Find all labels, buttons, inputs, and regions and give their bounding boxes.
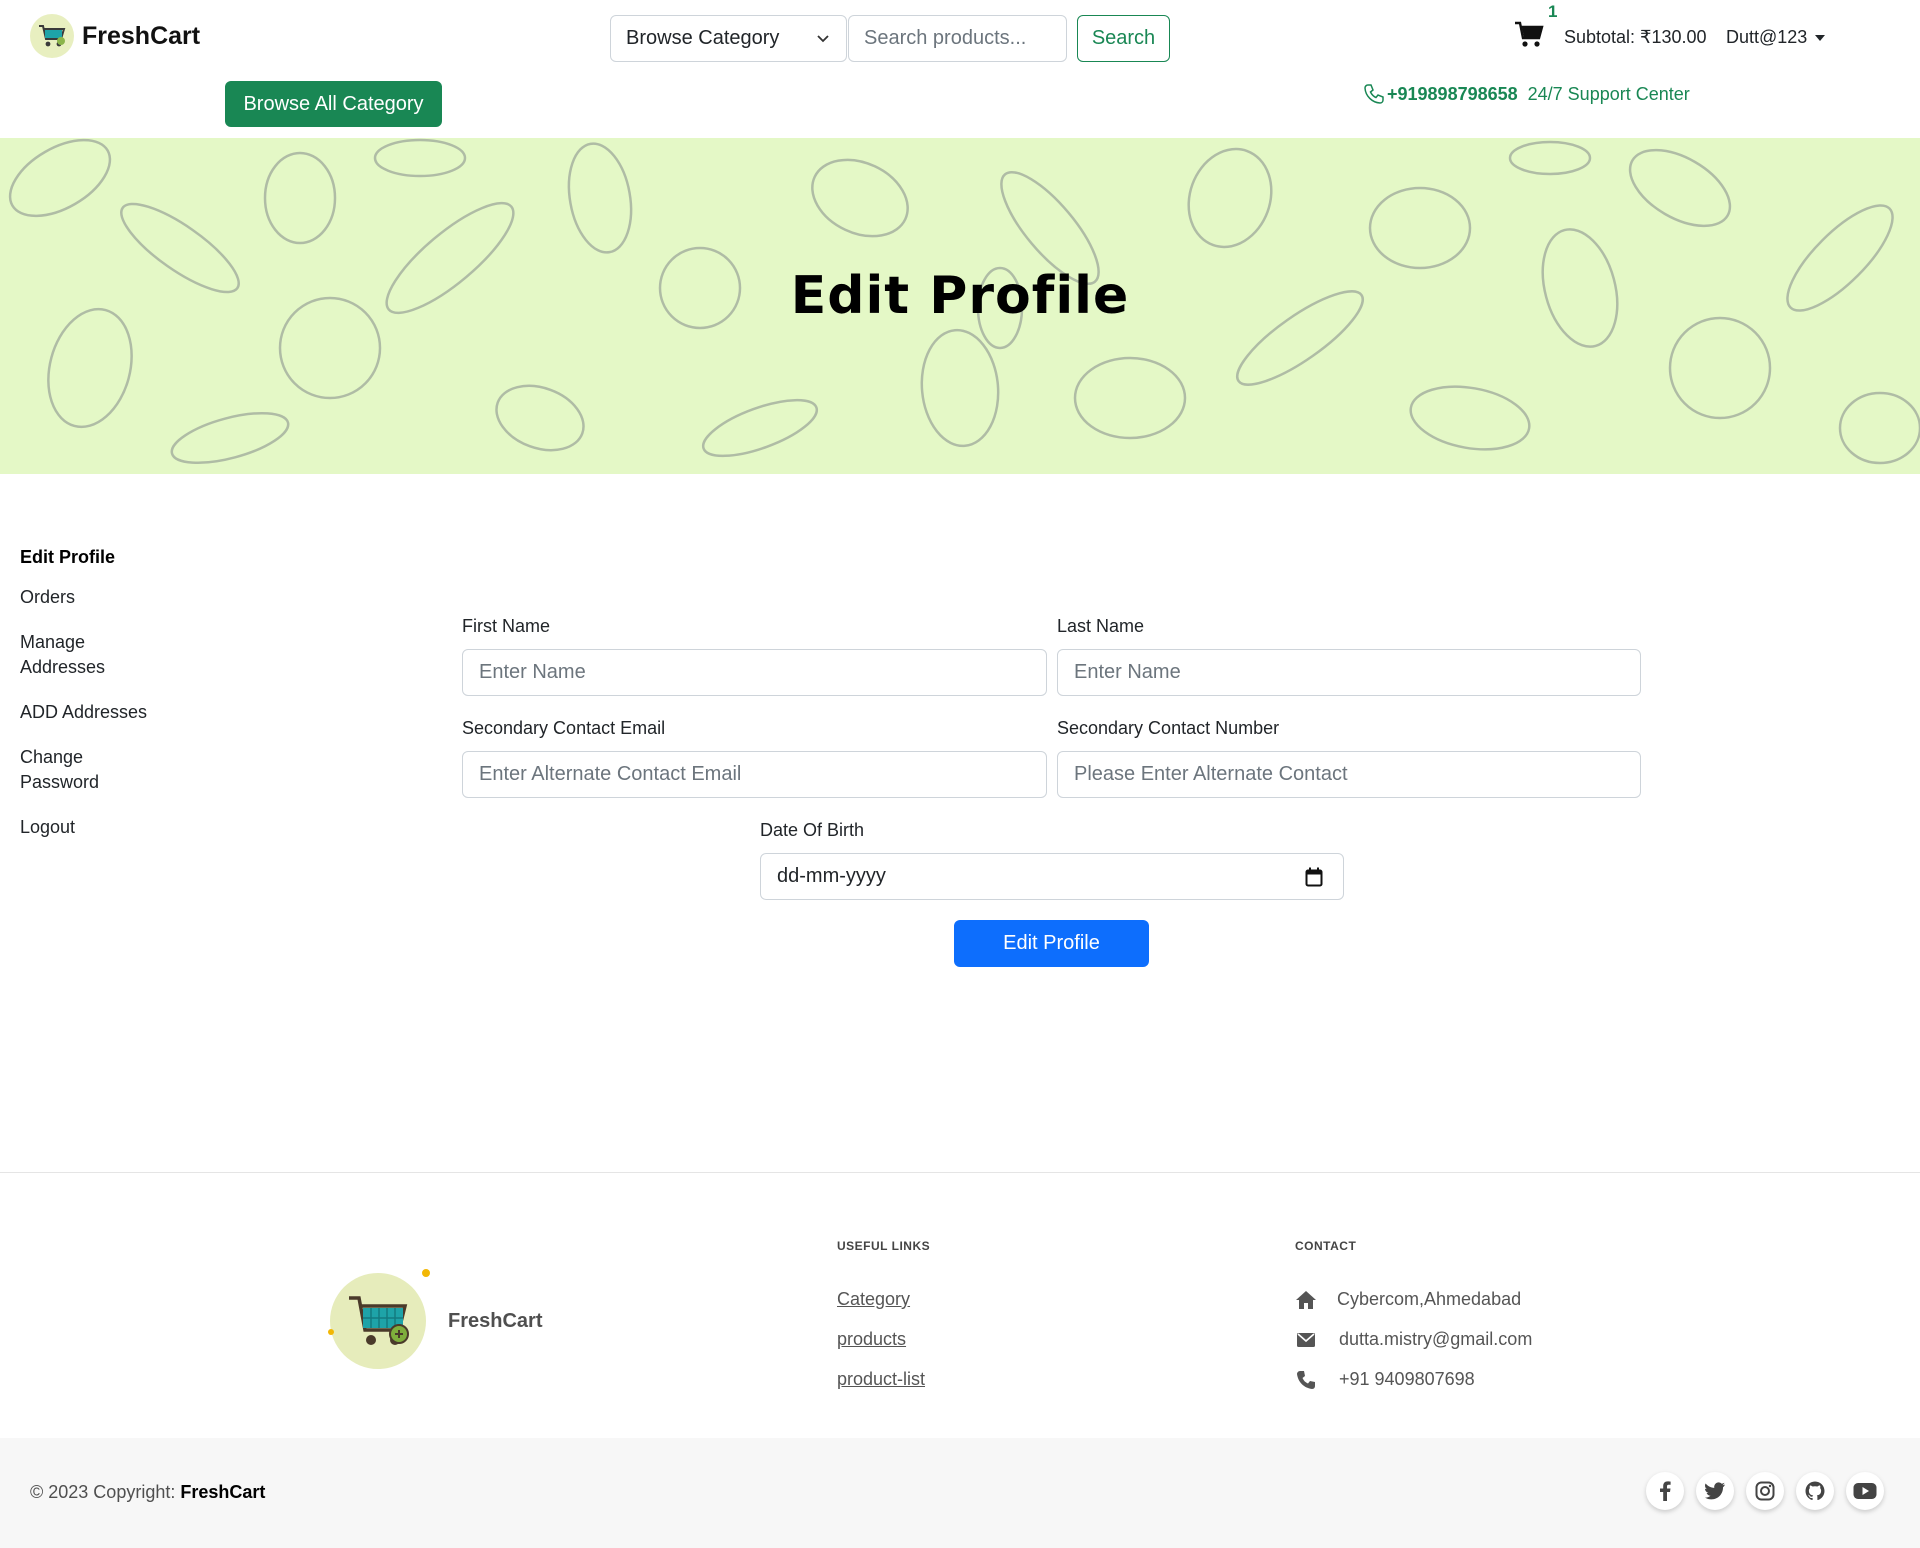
cart-icon[interactable] xyxy=(1514,20,1544,48)
sidebar-item-edit-profile[interactable]: Edit Profile xyxy=(20,545,180,570)
github-icon[interactable] xyxy=(1796,1472,1834,1510)
last-name-input[interactable]: Enter Name xyxy=(1057,649,1641,696)
copyright-bar: © 2023 Copyright: FreshCart xyxy=(0,1438,1920,1548)
dob-input[interactable]: dd-mm-yyyy xyxy=(760,853,1344,900)
account-sidebar: Edit Profile Orders Manage Addresses ADD… xyxy=(20,545,180,860)
sidebar-item-add-addresses[interactable]: ADD Addresses xyxy=(20,700,180,725)
chevron-down-icon xyxy=(817,35,829,43)
secondary-number-placeholder: Please Enter Alternate Contact xyxy=(1074,763,1348,785)
edit-profile-submit-button[interactable]: Edit Profile xyxy=(954,920,1149,967)
contact-email-text[interactable]: dutta.mistry@gmail.com xyxy=(1339,1329,1532,1350)
cart-count-badge: 1 xyxy=(1548,2,1558,21)
secondary-email-label: Secondary Contact Email xyxy=(462,718,666,738)
first-name-placeholder: Enter Name xyxy=(479,661,586,683)
page-title: Edit Profile xyxy=(790,266,1130,326)
footer-logo-text: FreshCart xyxy=(448,1309,543,1332)
site-footer: FreshCart USEFUL LINKS Category products… xyxy=(0,1172,1920,1438)
contact-phone: +91 9409807698 xyxy=(1295,1369,1475,1390)
contact-address-text: Cybercom,Ahmedabad xyxy=(1337,1289,1522,1309)
search-input[interactable]: Search products... xyxy=(848,15,1067,62)
category-select-label: Browse Category xyxy=(626,27,780,49)
dob-label: Date Of Birth xyxy=(760,820,865,840)
cart-logo-icon xyxy=(30,14,74,58)
footer-link-category[interactable]: Category xyxy=(837,1289,910,1310)
sidebar-item-manage-addresses[interactable]: Manage Addresses xyxy=(20,630,120,680)
copyright-brand[interactable]: FreshCart xyxy=(180,1482,265,1502)
facebook-icon[interactable] xyxy=(1646,1472,1684,1510)
category-select[interactable]: Browse Category xyxy=(610,15,847,62)
search-button[interactable]: Search xyxy=(1077,15,1170,62)
sidebar-item-change-password[interactable]: Change Password xyxy=(20,745,110,795)
youtube-icon[interactable] xyxy=(1846,1472,1884,1510)
page-banner: Edit Profile xyxy=(0,138,1920,474)
user-dropdown[interactable]: Dutt@123 xyxy=(1726,27,1826,48)
copyright-text: © 2023 Copyright: FreshCart xyxy=(30,1482,265,1503)
secondary-email-input[interactable]: Enter Alternate Contact Email xyxy=(462,751,1047,798)
phone-icon xyxy=(1364,84,1384,104)
logo-text: FreshCart xyxy=(82,21,201,50)
calendar-icon[interactable] xyxy=(1305,867,1323,887)
user-name: Dutt@123 xyxy=(1726,27,1808,47)
caret-down-icon xyxy=(1815,34,1826,41)
contact-heading: CONTACT xyxy=(1295,1239,1357,1253)
first-name-label: First Name xyxy=(462,616,551,636)
footer-link-product-list[interactable]: product-list xyxy=(837,1369,925,1390)
instagram-icon[interactable] xyxy=(1746,1472,1784,1510)
sidebar-item-logout[interactable]: Logout xyxy=(20,815,180,840)
support-label: 24/7 Support Center xyxy=(1527,83,1690,104)
dob-value: dd-mm-yyyy xyxy=(777,865,886,887)
useful-links-heading: USEFUL LINKS xyxy=(837,1239,931,1253)
social-links xyxy=(1634,1472,1884,1510)
contact-email: dutta.mistry@gmail.com xyxy=(1295,1329,1532,1350)
footer-link-products[interactable]: products xyxy=(837,1329,906,1350)
logo[interactable]: FreshCart xyxy=(30,14,200,58)
phone-icon xyxy=(1295,1370,1317,1390)
secondary-email-placeholder: Enter Alternate Contact Email xyxy=(479,763,742,785)
browse-all-category-button[interactable]: Browse All Category xyxy=(225,81,442,127)
cart-subtotal: Subtotal: ₹130.00 xyxy=(1564,27,1707,47)
top-header: FreshCart Browse Category Search product… xyxy=(0,0,1920,138)
last-name-label: Last Name xyxy=(1057,616,1145,636)
search-placeholder: Search products... xyxy=(864,27,1027,49)
cart-logo-icon xyxy=(328,1269,430,1369)
secondary-number-input[interactable]: Please Enter Alternate Contact xyxy=(1057,751,1641,798)
envelope-icon xyxy=(1295,1330,1317,1350)
twitter-icon[interactable] xyxy=(1696,1472,1734,1510)
sidebar-item-orders[interactable]: Orders xyxy=(20,585,180,610)
support-contact: +919898798658 24/7 Support Center xyxy=(1363,83,1690,105)
footer-logo[interactable]: FreshCart xyxy=(328,1269,543,1369)
last-name-placeholder: Enter Name xyxy=(1074,661,1181,683)
contact-address: Cybercom,Ahmedabad xyxy=(1295,1289,1521,1310)
secondary-number-label: Secondary Contact Number xyxy=(1057,718,1280,738)
home-icon xyxy=(1295,1290,1317,1310)
contact-phone-text[interactable]: +91 9409807698 xyxy=(1339,1369,1475,1390)
support-phone[interactable]: +919898798658 xyxy=(1387,84,1518,105)
copyright-prefix: © 2023 Copyright: xyxy=(30,1482,176,1502)
first-name-input[interactable]: Enter Name xyxy=(462,649,1047,696)
